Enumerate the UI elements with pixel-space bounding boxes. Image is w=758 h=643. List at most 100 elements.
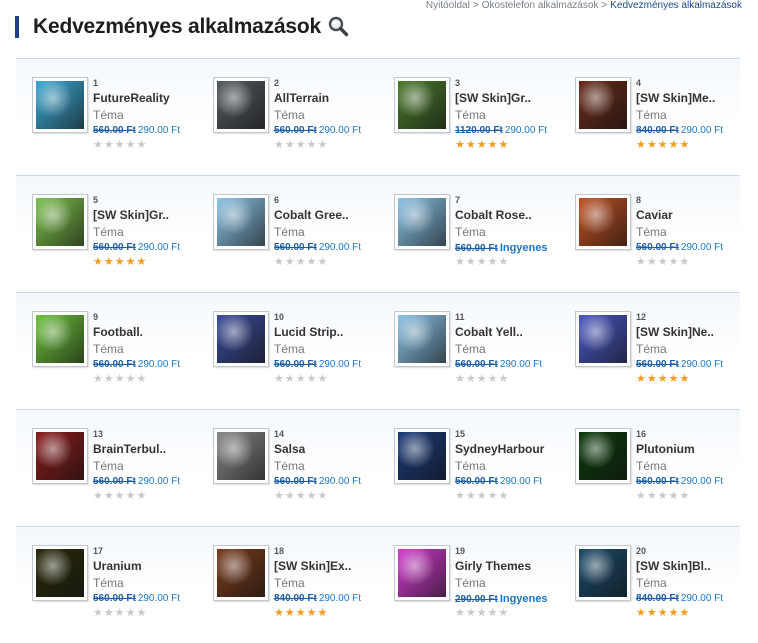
app-item[interactable]: 7 Cobalt Rose.. Téma 560.00 Ft Ingyenes ★ ★ ★ ★ ★ <box>394 194 574 286</box>
app-name-link[interactable]: FutureReality <box>93 89 223 107</box>
app-thumbnail[interactable] <box>32 311 88 367</box>
app-item[interactable]: 19 Girly Themes Téma 290.00 Ft Ingyenes ★ ★ ★ ★ ★ <box>394 545 574 637</box>
breadcrumb-home-link[interactable]: Nyitóoldal <box>426 0 470 11</box>
app-item[interactable]: 12 [SW Skin]Ne.. Téma 560.00 Ft 290.00 Ft ★ ★ ★… <box>575 311 755 403</box>
app-name-link[interactable]: [SW Skin]Me.. <box>636 89 758 107</box>
app-thumbnail-image <box>579 432 627 480</box>
app-item[interactable]: 14 Salsa Téma 560.00 Ft 290.00 Ft ★ ★ ★ ★ ★ <box>213 428 393 520</box>
app-thumbnail[interactable] <box>394 77 450 133</box>
app-name-link[interactable]: Salsa <box>274 440 404 458</box>
app-item[interactable]: 6 Cobalt Gree.. Téma 560.00 Ft 290.00 Ft ★ ★ ★ ★… <box>213 194 393 286</box>
app-thumbnail[interactable] <box>213 545 269 601</box>
app-thumbnail-image <box>579 549 627 597</box>
app-price: 840.00 Ft 290.00 Ft <box>636 123 758 139</box>
app-item[interactable]: 8 Caviar Téma 560.00 Ft 290.00 Ft ★ ★ ★ ★ ★ <box>575 194 755 286</box>
app-thumbnail-image <box>398 198 446 246</box>
rating-stars: ★ ★ ★ ★ ★ <box>274 491 404 503</box>
app-item[interactable]: 9 Football. Téma 560.00 Ft 290.00 Ft ★ ★ ★ ★ ★ <box>32 311 212 403</box>
app-thumbnail[interactable] <box>213 194 269 250</box>
app-item[interactable]: 11 Cobalt Yell.. Téma 560.00 Ft 290.00 Ft ★ ★ ★… <box>394 311 574 403</box>
old-price: 560.00 Ft <box>93 242 136 253</box>
app-rank: 3 <box>455 78 461 88</box>
app-name-link[interactable]: [SW Skin]Gr.. <box>93 206 223 224</box>
app-name-link[interactable]: Uranium <box>93 557 223 575</box>
app-name-link[interactable]: Cobalt Gree.. <box>274 206 404 224</box>
app-type: Téma <box>93 225 124 239</box>
app-type: Téma <box>636 342 667 356</box>
star-icon: ★ <box>636 256 646 268</box>
app-type: Téma <box>274 108 305 122</box>
app-info: 19 Girly Themes Téma 290.00 Ft Ingyenes ★ ★ ★ ★ ★ <box>455 545 585 620</box>
app-item[interactable]: 10 Lucid Strip.. Téma 560.00 Ft 290.00 Ft ★ ★ ★… <box>213 311 393 403</box>
app-thumbnail-image <box>217 81 265 129</box>
old-price: 560.00 Ft <box>636 476 679 487</box>
app-thumbnail[interactable] <box>575 545 631 601</box>
app-price: 560.00 Ft Ingyenes <box>455 240 585 256</box>
app-thumbnail[interactable] <box>575 194 631 250</box>
app-thumbnail[interactable] <box>575 428 631 484</box>
star-icon: ★ <box>317 256 328 268</box>
app-name-link[interactable]: Caviar <box>636 206 758 224</box>
star-icon: ★ <box>136 607 147 619</box>
app-thumbnail[interactable] <box>394 194 450 250</box>
app-thumbnail[interactable] <box>32 194 88 250</box>
app-name-link[interactable]: SydneyHarbour <box>455 440 585 458</box>
app-thumbnail-image <box>36 549 84 597</box>
search-icon[interactable] <box>327 16 349 38</box>
app-item[interactable]: 1 FutureReality Téma 560.00 Ft 290.00 Ft ★ ★ ★ ★… <box>32 77 212 169</box>
app-item[interactable]: 3 [SW Skin]Gr.. Téma 1120.00 Ft 290.00 Ft ★ ★ ★… <box>394 77 574 169</box>
app-name-link[interactable]: Girly Themes <box>455 557 585 575</box>
app-thumbnail[interactable] <box>32 545 88 601</box>
new-price: 290.00 Ft <box>137 593 181 604</box>
app-rank: 15 <box>455 429 466 439</box>
app-thumbnail[interactable] <box>394 428 450 484</box>
app-name-link[interactable]: [SW Skin]Gr.. <box>455 89 585 107</box>
star-icon: ★ <box>646 607 657 619</box>
app-item[interactable]: 17 Uranium Téma 560.00 Ft 290.00 Ft ★ ★ ★ ★ ★ <box>32 545 212 637</box>
old-price: 560.00 Ft <box>274 359 317 370</box>
app-price: 560.00 Ft 290.00 Ft <box>274 123 404 139</box>
star-icon: ★ <box>136 490 147 502</box>
app-type: Téma <box>636 108 667 122</box>
app-thumbnail-image <box>217 315 265 363</box>
app-name-link[interactable]: Lucid Strip.. <box>274 323 404 341</box>
app-thumbnail[interactable] <box>32 428 88 484</box>
app-thumbnail[interactable] <box>32 77 88 133</box>
app-name-link[interactable]: Cobalt Yell.. <box>455 323 585 341</box>
star-icon: ★ <box>317 139 328 151</box>
app-item[interactable]: 15 SydneyHarbour Téma 560.00 Ft 290.00 Ft ★ ★ ★… <box>394 428 574 520</box>
app-rank: 16 <box>636 429 647 439</box>
star-icon: ★ <box>93 256 103 268</box>
app-item[interactable]: 13 BrainTerbul.. Téma 560.00 Ft 290.00 Ft ★ ★ ★… <box>32 428 212 520</box>
app-thumbnail-image <box>217 549 265 597</box>
app-thumbnail[interactable] <box>575 311 631 367</box>
star-icon: ★ <box>284 490 295 502</box>
app-name-link[interactable]: AllTerrain <box>274 89 404 107</box>
app-name-link[interactable]: Cobalt Rose.. <box>455 206 585 224</box>
app-item[interactable]: 18 [SW Skin]Ex.. Téma 840.00 Ft 290.00 Ft ★ ★ ★… <box>213 545 393 637</box>
app-item[interactable]: 4 [SW Skin]Me.. Téma 840.00 Ft 290.00 Ft ★ ★ ★ ★… <box>575 77 755 169</box>
app-item[interactable]: 16 Plutonium Téma 560.00 Ft 290.00 Ft ★ ★ ★ ★ ★ <box>575 428 755 520</box>
breadcrumb-smartphone-apps-link[interactable]: Okostelefon alkalmazások <box>482 0 599 11</box>
app-item[interactable]: 5 [SW Skin]Gr.. Téma 560.00 Ft 290.00 Ft ★ ★ ★ ★… <box>32 194 212 286</box>
app-thumbnail[interactable] <box>394 545 450 601</box>
app-name-link[interactable]: [SW Skin]Bl.. <box>636 557 758 575</box>
app-item[interactable]: 20 [SW Skin]Bl.. Téma 840.00 Ft 290.00 Ft ★ ★ ★… <box>575 545 755 637</box>
app-name-link[interactable]: BrainTerbul.. <box>93 440 223 458</box>
app-thumbnail[interactable] <box>394 311 450 367</box>
app-thumbnail[interactable] <box>213 77 269 133</box>
app-thumbnail[interactable] <box>575 77 631 133</box>
app-name-link[interactable]: Plutonium <box>636 440 758 458</box>
app-thumbnail[interactable] <box>213 311 269 367</box>
app-thumbnail[interactable] <box>213 428 269 484</box>
star-icon: ★ <box>103 373 114 385</box>
app-name-link[interactable]: Football. <box>93 323 223 341</box>
star-icon: ★ <box>487 607 498 619</box>
star-icon: ★ <box>114 490 125 502</box>
new-price: 290.00 Ft <box>504 125 548 136</box>
rating-stars: ★ ★ ★ ★ ★ <box>636 491 758 503</box>
app-thumbnail-image <box>217 432 265 480</box>
app-name-link[interactable]: [SW Skin]Ex.. <box>274 557 404 575</box>
app-item[interactable]: 2 AllTerrain Téma 560.00 Ft 290.00 Ft ★ ★ ★ ★ ★ <box>213 77 393 169</box>
app-name-link[interactable]: [SW Skin]Ne.. <box>636 323 758 341</box>
